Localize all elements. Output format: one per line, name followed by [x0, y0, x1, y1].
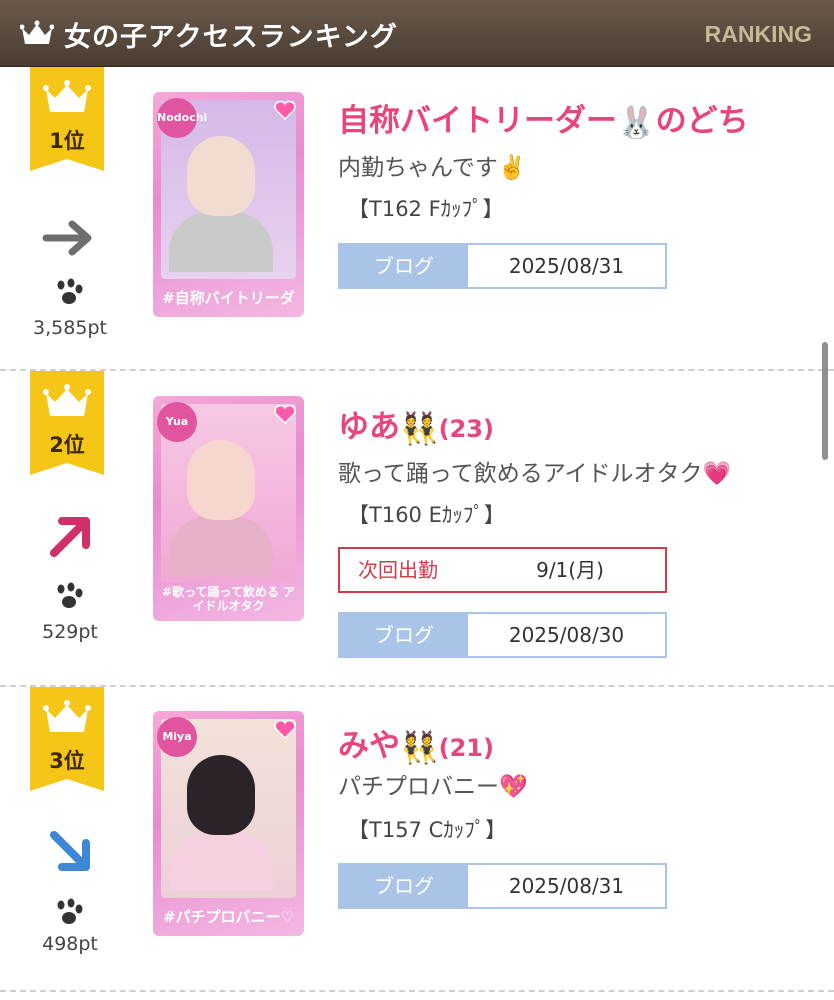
cast-name[interactable]: みや👯(21): [338, 720, 494, 766]
heart-icon: [274, 404, 296, 424]
heart-icon: [274, 719, 296, 739]
blog-label: ブログ: [340, 614, 468, 656]
spec-label: 【T157 Cｶｯﾌﾟ】: [348, 818, 507, 842]
photo-tag: #歌って踊って飲める アイドルオタク: [161, 585, 296, 613]
photo-tag: #パチプロバニー♡: [162, 908, 295, 926]
up-right-arrow-icon: [50, 517, 90, 557]
blog-date: 2025/08/31: [508, 874, 625, 898]
photo-tag: #自称バイトリーダー: [162, 289, 295, 317]
ranking-row-3: 3位 498pt Miya #パチプロバニー♡ みや👯(21) パチプロバニー💖…: [0, 687, 834, 992]
ranking-row-1: 1位 3,585pt Nodochi #自称バイトリーダー 自称バイトリーダー🐰…: [0, 67, 834, 371]
points-label: 3,585pt: [33, 317, 107, 339]
paw-icon: [57, 898, 83, 924]
rank-badge: 1位: [30, 67, 104, 171]
next-shift-label: 次回出勤: [358, 558, 438, 582]
catch-copy: 歌って踊って飲めるアイドルオタク💗: [338, 461, 732, 487]
paw-icon: [57, 582, 83, 608]
spec-label: 【T162 Fｶｯﾌﾟ】: [348, 197, 504, 221]
next-shift-value: 9/1(月): [536, 558, 604, 582]
rank-label: 2位: [49, 433, 85, 457]
blog-link[interactable]: ブログ 2025/08/30: [338, 612, 667, 658]
heart-icon: [274, 100, 296, 120]
rank-badge: 2位: [30, 371, 104, 475]
catch-copy: 内勤ちゃんです✌️: [338, 155, 527, 181]
header-subtitle: RANKING: [704, 21, 812, 47]
cast-name[interactable]: ゆあ👯(23): [338, 401, 494, 447]
rank-label: 1位: [49, 129, 85, 153]
blog-link[interactable]: ブログ 2025/08/31: [338, 243, 667, 289]
paw-icon: [57, 278, 83, 304]
points-label: 529pt: [42, 621, 98, 643]
rank-label: 3位: [49, 749, 85, 773]
next-shift-box: 次回出勤 9/1(月): [338, 547, 667, 593]
down-right-arrow-icon: [50, 831, 90, 871]
blog-date: 2025/08/30: [508, 623, 625, 647]
header-title: 女の子アクセスランキング: [64, 22, 398, 53]
rank-badge: 3位: [30, 687, 104, 791]
blog-label: ブログ: [340, 245, 468, 287]
profile-photo[interactable]: Nodochi #自称バイトリーダー: [153, 92, 304, 317]
catch-copy: パチプロバニー💖: [338, 774, 528, 800]
cast-name[interactable]: 自称バイトリーダー🐰のどち: [338, 95, 749, 141]
points-label: 498pt: [42, 933, 98, 955]
photo-nameplate: Yua: [157, 402, 197, 442]
blog-link[interactable]: ブログ 2025/08/31: [338, 863, 667, 909]
ranking-header: 女の子アクセスランキング RANKING: [0, 0, 834, 67]
right-arrow-icon: [42, 220, 92, 256]
ranking-row-2: 2位 529pt Yua #歌って踊って飲める アイドルオタク ゆあ👯(23) …: [0, 371, 834, 687]
profile-photo[interactable]: Miya #パチプロバニー♡: [153, 711, 304, 936]
photo-nameplate: Miya: [157, 717, 197, 757]
photo-nameplate: Nodochi: [157, 98, 207, 138]
crown-icon: [20, 20, 54, 44]
scrollbar[interactable]: [822, 342, 828, 460]
profile-photo[interactable]: Yua #歌って踊って飲める アイドルオタク: [153, 396, 304, 621]
blog-date: 2025/08/31: [508, 254, 625, 278]
spec-label: 【T160 Eｶｯﾌﾟ】: [348, 503, 505, 527]
blog-label: ブログ: [340, 865, 468, 907]
